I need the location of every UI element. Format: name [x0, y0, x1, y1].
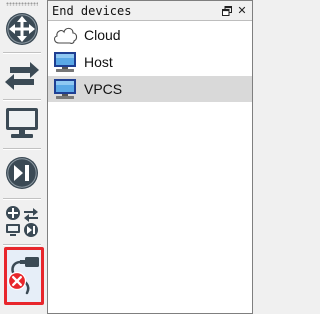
router-icon: [6, 13, 38, 45]
device-item-cloud[interactable]: Cloud: [48, 22, 252, 48]
end-devices-button[interactable]: [3, 104, 41, 142]
device-label: VPCS: [84, 81, 123, 97]
close-icon: ✕: [237, 4, 247, 17]
add-link-icon: [7, 257, 39, 295]
close-panel-button[interactable]: ✕: [236, 4, 248, 18]
toolbar-separator: [3, 99, 41, 101]
end-devices-panel: End devices ✕ Cloud Host VPCS: [47, 0, 253, 314]
computer-icon: [52, 50, 78, 74]
routers-button[interactable]: [3, 10, 41, 48]
device-toolbar: [0, 0, 44, 314]
toolbar-separator: [3, 244, 41, 246]
restore-icon: [222, 5, 232, 16]
device-item-host[interactable]: Host: [48, 49, 252, 75]
all-devices-button[interactable]: [3, 203, 41, 241]
toolbar-separator: [3, 148, 41, 150]
device-label: Cloud: [84, 27, 121, 43]
float-panel-button[interactable]: [221, 4, 233, 18]
switches-button[interactable]: [3, 57, 41, 95]
monitor-icon: [6, 108, 38, 138]
play-pause-icon: [6, 157, 38, 189]
device-label: Host: [84, 54, 113, 70]
toolbar-grip[interactable]: [6, 2, 38, 6]
all-devices-icon: [6, 206, 38, 237]
device-item-vpcs[interactable]: VPCS: [48, 76, 252, 102]
panel-title: End devices: [52, 3, 132, 18]
toolbar-separator: [3, 52, 41, 54]
toolbar-separator: [3, 198, 41, 200]
security-devices-button[interactable]: [3, 154, 41, 192]
cloud-icon: [52, 23, 78, 47]
panel-header[interactable]: End devices ✕: [48, 1, 252, 21]
device-list: Cloud Host VPCS: [48, 22, 252, 102]
add-link-button[interactable]: [4, 247, 44, 305]
switch-icon: [5, 62, 39, 90]
computer-icon: [52, 77, 78, 101]
